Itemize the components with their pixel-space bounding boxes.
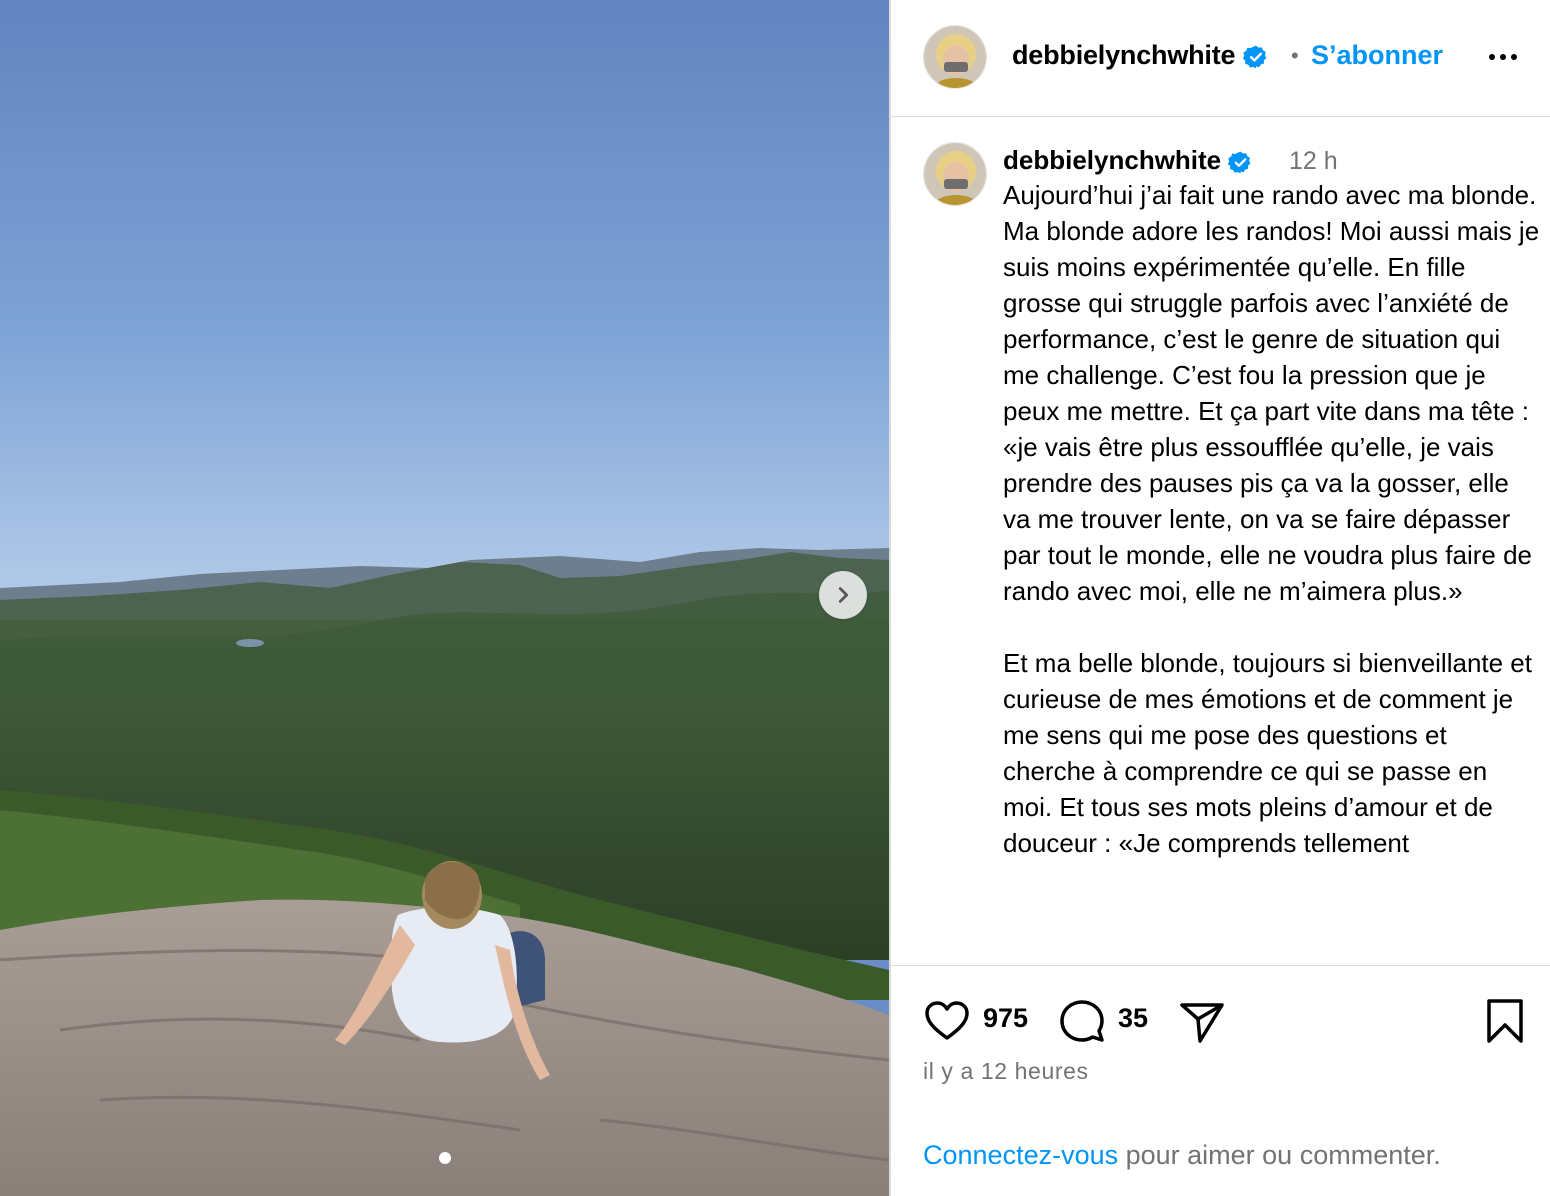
login-prompt: Connectez-vous pour aimer ou commenter. xyxy=(923,1140,1441,1171)
comment-icon xyxy=(1060,1000,1104,1042)
post-time-ago[interactable]: il y a 12 heures xyxy=(923,1058,1089,1085)
caption-paragraph: Et ma belle blonde, toujours si bienveil… xyxy=(1003,648,1532,858)
caption-username[interactable]: debbielynchwhite xyxy=(1003,145,1253,176)
save-button[interactable] xyxy=(1481,997,1529,1050)
share-button[interactable] xyxy=(1178,997,1226,1050)
share-icon xyxy=(1180,1003,1224,1043)
post-header: debbielynchwhite • S’abonner xyxy=(891,0,1550,116)
chevron-right-icon xyxy=(838,587,849,603)
post-photo[interactable] xyxy=(0,0,889,1196)
carousel-dot-active xyxy=(438,1152,451,1164)
login-prompt-text: pour aimer ou commenter. xyxy=(1118,1140,1441,1170)
verified-badge-icon xyxy=(1242,45,1266,69)
carousel-indicators xyxy=(0,1152,889,1164)
like-count[interactable]: 975 xyxy=(983,1003,1028,1034)
more-options-button[interactable] xyxy=(1487,47,1519,72)
avatar[interactable] xyxy=(923,25,987,89)
follow-button[interactable]: S’abonner xyxy=(1311,40,1443,71)
login-link[interactable]: Connectez-vous xyxy=(923,1140,1118,1170)
caption-paragraph: Aujourd’hui j’ai fait une rando avec ma … xyxy=(1003,180,1540,606)
landscape-photo xyxy=(0,0,889,1196)
avatar-image xyxy=(924,143,986,205)
caption-text: Aujourd’hui j’ai fait une rando avec ma … xyxy=(1003,177,1543,861)
header-username-text[interactable]: debbielynchwhite xyxy=(1012,40,1236,70)
avatar-image xyxy=(924,26,986,88)
more-horizontal-icon xyxy=(1489,54,1517,60)
heart-icon xyxy=(925,1001,969,1040)
caption-avatar[interactable] xyxy=(923,142,987,206)
comment-button[interactable] xyxy=(1058,997,1106,1050)
post-side-panel: debbielynchwhite • S’abonner debbielynch… xyxy=(891,0,1550,1196)
bookmark-icon xyxy=(1487,999,1523,1043)
like-button[interactable] xyxy=(923,997,971,1050)
comment-count[interactable]: 35 xyxy=(1118,1003,1148,1034)
caption-timestamp[interactable]: 12 h xyxy=(1289,147,1338,176)
caption-username-text[interactable]: debbielynchwhite xyxy=(1003,145,1221,175)
verified-badge-icon xyxy=(1228,151,1251,174)
header-username[interactable]: debbielynchwhite xyxy=(1012,40,1269,71)
next-slide-button[interactable] xyxy=(819,571,867,619)
caption-scroll-area[interactable]: debbielynchwhite 12 h Aujourd’hui j’ai f… xyxy=(891,117,1550,965)
header-separator: • xyxy=(1291,43,1299,68)
